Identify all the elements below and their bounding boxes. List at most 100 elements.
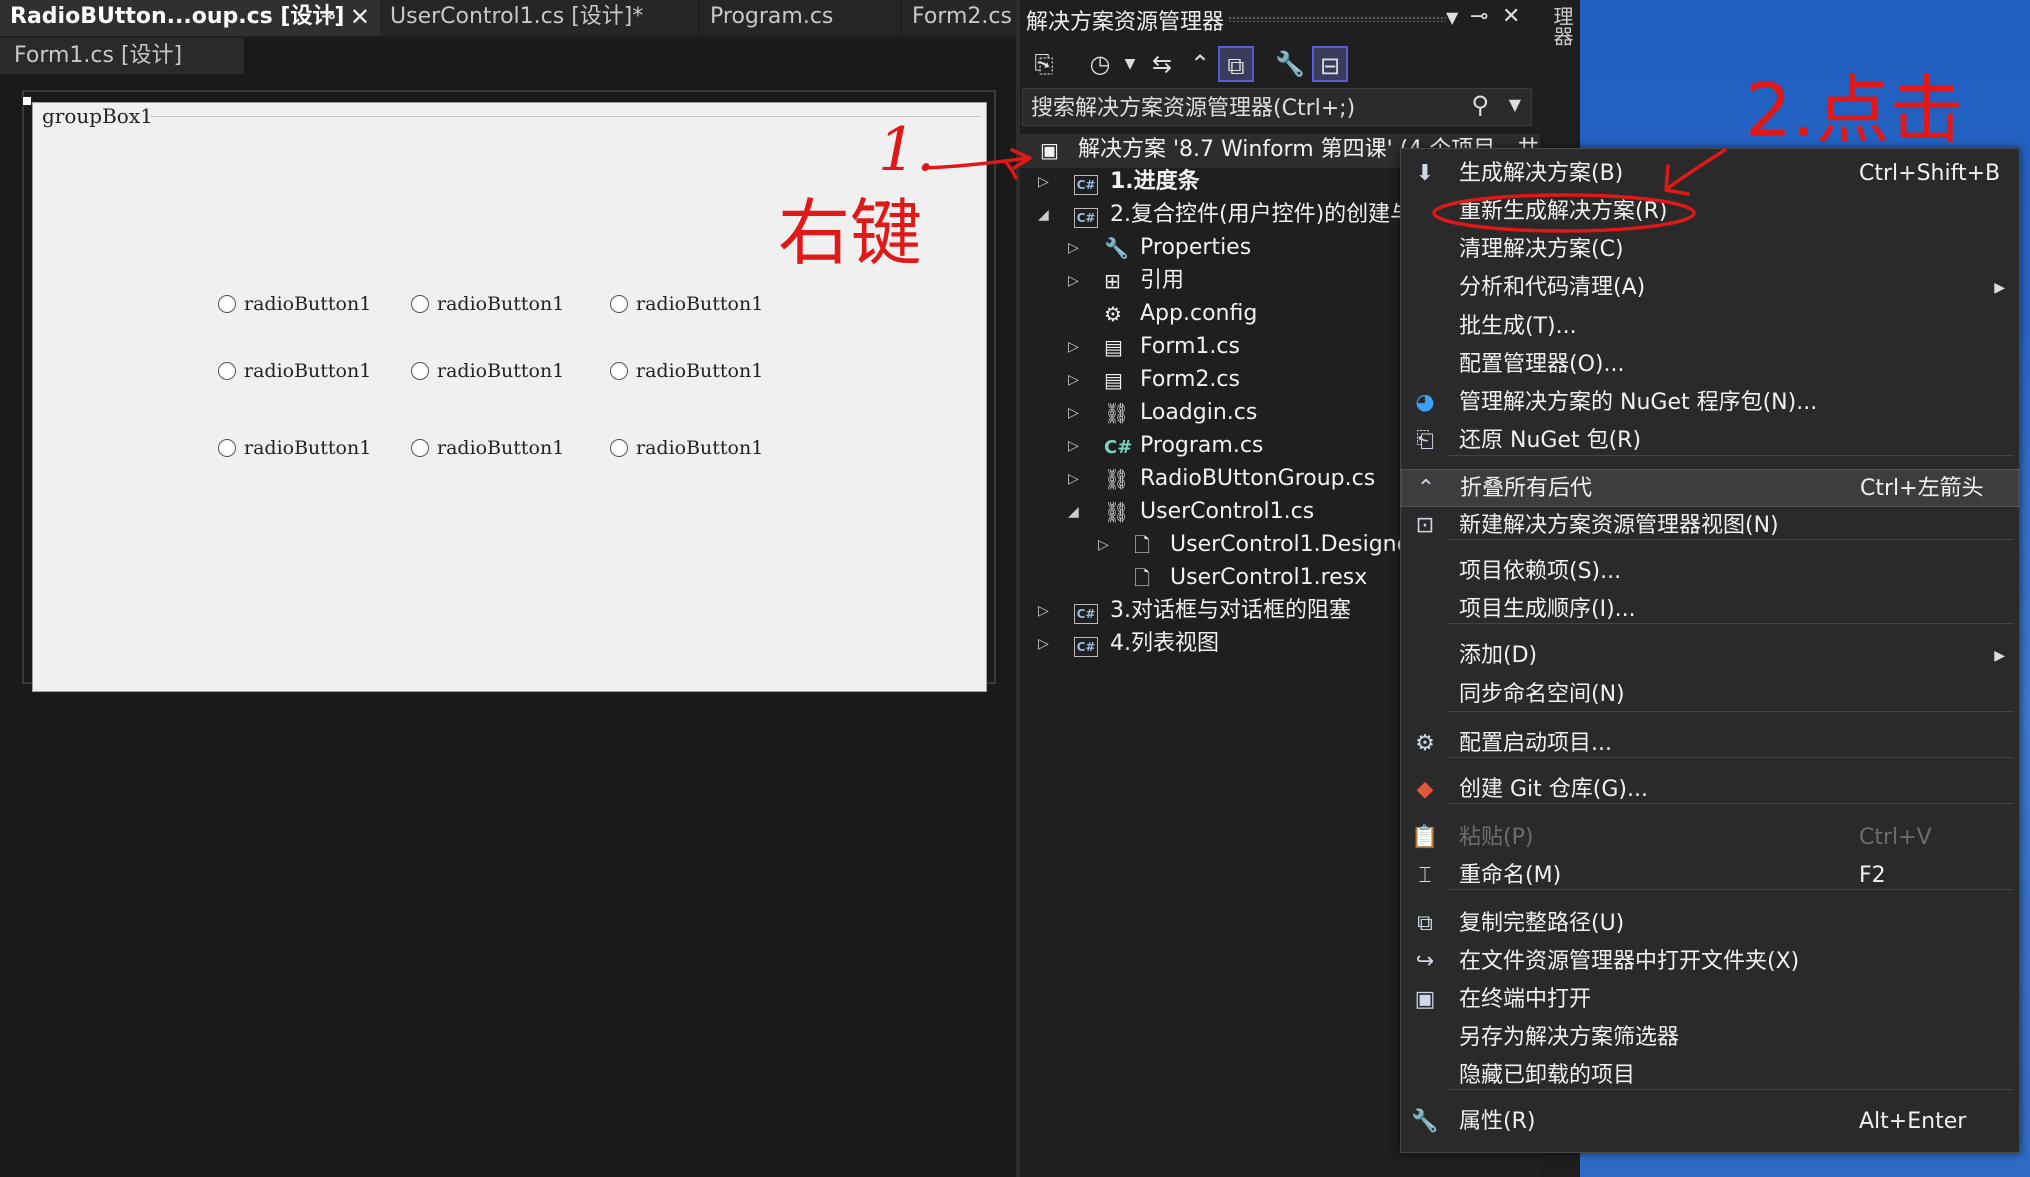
radio-circle-icon <box>411 362 429 380</box>
menu-item[interactable]: 🔧 属性(R) Alt+Enter <box>1401 1103 2019 1141</box>
chevron-down-icon[interactable]: ▼ <box>1112 46 1148 82</box>
menu-item[interactable]: ◕ 管理解决方案的 NuGet 程序包(N)... <box>1401 384 2019 422</box>
radio-label: radioButton1 <box>636 437 764 459</box>
menu-item[interactable]: ▣ 在终端中打开 <box>1401 981 2019 1019</box>
dropdown-arrow-icon[interactable]: ▼ <box>1446 8 1458 27</box>
switch-views-icon[interactable]: ⎘ <box>1026 46 1062 82</box>
menu-item-label: 管理解决方案的 NuGet 程序包(N)... <box>1459 390 1818 415</box>
menu-item[interactable]: 重新生成解决方案(R) <box>1401 193 2019 231</box>
menu-item-label: 另存为解决方案筛选器 <box>1459 1025 1680 1050</box>
search-input[interactable] <box>1023 89 1463 127</box>
menu-separator <box>1447 623 2013 624</box>
collapsed-arrow-icon[interactable]: ▷ <box>1038 166 1049 198</box>
radio-button[interactable]: radioButton1 <box>411 359 564 383</box>
menu-item[interactable]: ⧉ 复制完整路径(U) <box>1401 905 2019 943</box>
radio-button[interactable]: radioButton1 <box>610 436 763 460</box>
menu-separator <box>1447 889 2013 890</box>
collapsed-arrow-icon[interactable]: ▷ <box>1068 397 1079 429</box>
menu-item[interactable]: 配置管理器(O)... <box>1401 346 2019 384</box>
menu-item[interactable]: 项目依赖项(S)... <box>1401 553 2019 591</box>
radio-button[interactable]: radioButton1 <box>218 359 371 383</box>
preview-selected-icon[interactable]: ⊟ <box>1312 46 1348 82</box>
paste-icon: 📋 <box>1411 825 1439 850</box>
tree-item-label: Properties <box>1140 235 1252 260</box>
tree-item-label: 1.进度条 <box>1110 169 1200 194</box>
groupbox-label: groupBox1 <box>42 104 153 128</box>
tab-label: Form2.cs <box>912 4 1012 29</box>
menu-item[interactable]: ⬇ 生成解决方案(B) Ctrl+Shift+B <box>1401 155 2019 193</box>
vertical-tab-solution-explorer[interactable]: 解决方案资源管理器 <box>1540 0 1603 155</box>
rename-icon: ⌶ <box>1418 863 1432 888</box>
tree-item-label: Form2.cs <box>1140 367 1240 392</box>
radio-label: radioButton1 <box>437 360 565 382</box>
tree-item-label: UserControl1.cs <box>1140 499 1315 524</box>
radio-button[interactable]: radioButton1 <box>411 436 564 460</box>
menu-item-label: 批生成(T)... <box>1459 314 1577 339</box>
menu-item-label: 复制完整路径(U) <box>1459 911 1625 936</box>
radio-button[interactable]: radioButton1 <box>610 292 763 316</box>
submenu-arrow-icon: ▶ <box>1994 648 2005 664</box>
grip-dots[interactable] <box>1228 16 1446 22</box>
close-icon[interactable]: ✕ <box>1502 4 1520 29</box>
menu-item-label: 属性(R) <box>1459 1109 1536 1134</box>
tree-item-label: Form1.cs <box>1140 334 1240 359</box>
menu-item-label: 重新生成解决方案(R) <box>1459 199 1668 224</box>
pin-icon[interactable]: ⊸ <box>1470 4 1488 29</box>
collapsed-arrow-icon[interactable]: ▷ <box>1068 430 1079 462</box>
radio-label: radioButton1 <box>244 293 372 315</box>
menu-item-shortcut: Ctrl+V <box>1859 825 1932 850</box>
sync-icon[interactable]: ⇆ <box>1144 46 1180 82</box>
wrench-icon: 🔧 <box>1411 1109 1439 1134</box>
menu-item[interactable]: 同步命名空间(N) <box>1401 676 2019 714</box>
groupbox[interactable] <box>32 102 987 692</box>
selection-handle[interactable] <box>22 96 32 106</box>
form-icon: ▤ <box>1104 368 1123 392</box>
menu-item[interactable]: ↪ 在文件资源管理器中打开文件夹(X) <box>1401 943 2019 981</box>
collapsed-arrow-icon[interactable]: ▷ <box>1068 463 1079 495</box>
tree-item-label: 4.列表视图 <box>1110 631 1219 656</box>
expanded-arrow-icon[interactable]: ◢ <box>1068 496 1079 528</box>
usercontrol-icon: ⛓ <box>1104 467 1130 491</box>
solution-search-box[interactable]: ⚲ ▼ <box>1022 88 1532 127</box>
menu-item[interactable]: ⌃ 折叠所有后代 Ctrl+左箭头 <box>1401 469 2019 507</box>
pin-icon[interactable]: ⊸ <box>321 0 336 34</box>
tab-program-cs[interactable]: Program.cs <box>700 0 900 36</box>
collapsed-arrow-icon[interactable]: ▷ <box>1038 595 1049 627</box>
close-icon[interactable]: ✕ <box>350 0 370 34</box>
search-icon[interactable]: ⚲ <box>1471 91 1489 119</box>
radio-button[interactable]: radioButton1 <box>610 359 763 383</box>
tab-radiobuttongroup-design[interactable]: RadioBUtton...oup.cs [设计] ⊸ ✕ <box>0 0 380 36</box>
tab-usercontrol1-design[interactable]: UserControl1.cs [设计]* <box>380 0 698 36</box>
collapsed-arrow-icon[interactable]: ▷ <box>1038 628 1049 660</box>
menu-item-shortcut: Ctrl+Shift+B <box>1859 161 2001 186</box>
radio-label: radioButton1 <box>636 293 764 315</box>
radio-label: radioButton1 <box>244 437 372 459</box>
groupbox-border-line <box>150 116 980 117</box>
tab-form1-design[interactable]: Form1.cs [设计] <box>0 38 244 74</box>
menu-item[interactable]: 批生成(T)... <box>1401 308 2019 346</box>
collapsed-arrow-icon[interactable]: ▷ <box>1068 364 1079 396</box>
collapsed-arrow-icon[interactable]: ▷ <box>1068 232 1079 264</box>
copy-icon: ⧉ <box>1417 911 1433 936</box>
collapse-all-icon[interactable]: ⌃ <box>1182 46 1218 82</box>
chevron-down-icon[interactable]: ▼ <box>1509 95 1521 114</box>
config-file-icon: ⚙ <box>1104 302 1122 326</box>
radio-button[interactable]: radioButton1 <box>218 292 371 316</box>
radio-label: radioButton1 <box>244 360 372 382</box>
radio-button[interactable]: radioButton1 <box>218 436 371 460</box>
menu-item[interactable]: 添加(D) ▶ <box>1401 637 2019 675</box>
tab-form2-cs[interactable]: Form2.cs <box>902 0 1016 36</box>
collapsed-arrow-icon[interactable]: ▷ <box>1068 331 1079 363</box>
properties-wrench-icon[interactable]: 🔧 <box>1272 46 1308 82</box>
menu-item[interactable]: 清理解决方案(C) <box>1401 231 2019 269</box>
radio-circle-icon <box>610 295 628 313</box>
menu-separator <box>1447 539 2013 540</box>
radio-label: radioButton1 <box>437 437 565 459</box>
collapsed-arrow-icon[interactable]: ▷ <box>1068 265 1079 297</box>
show-all-files-icon[interactable]: ⧉ <box>1218 46 1254 82</box>
menu-item[interactable]: 分析和代码清理(A) ▶ <box>1401 269 2019 307</box>
collapsed-arrow-icon[interactable]: ▷ <box>1098 529 1109 561</box>
menu-item[interactable]: 另存为解决方案筛选器 <box>1401 1019 2019 1057</box>
expanded-arrow-icon[interactable]: ◢ <box>1038 199 1049 231</box>
radio-button[interactable]: radioButton1 <box>411 292 564 316</box>
